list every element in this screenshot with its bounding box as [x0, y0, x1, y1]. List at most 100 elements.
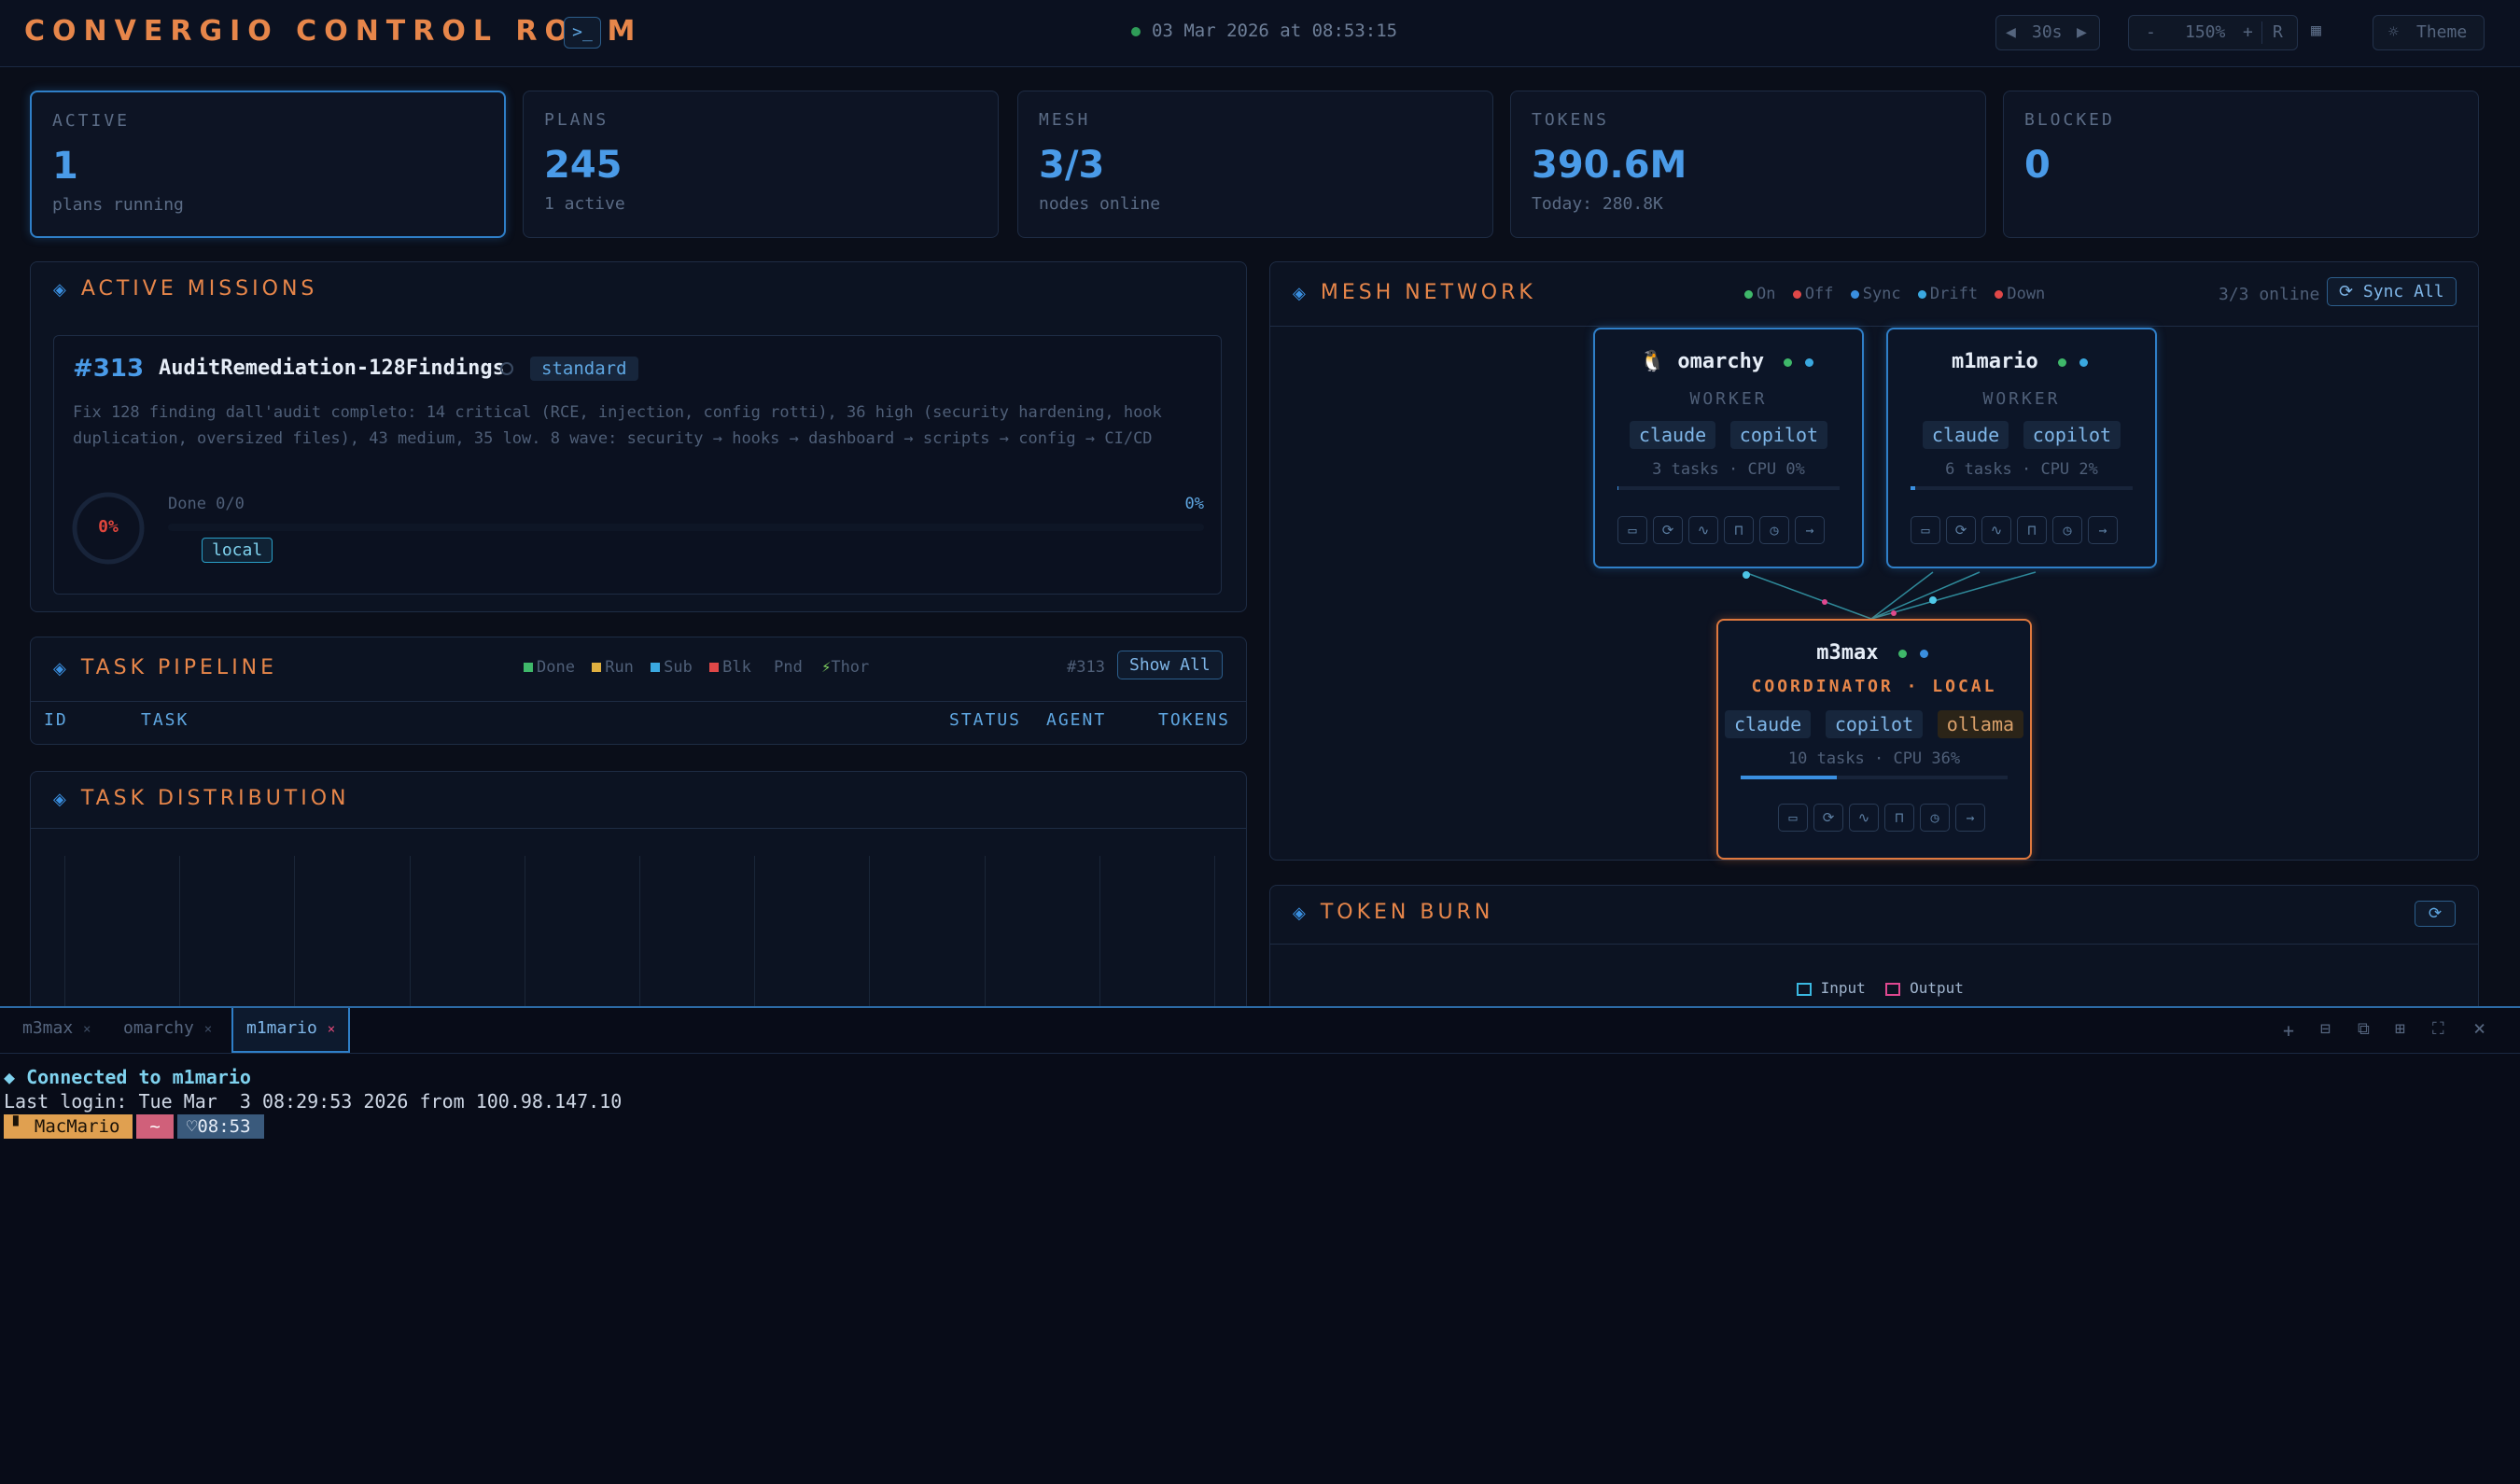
- done-count: Done 0/0: [168, 495, 245, 513]
- node-card-omarchy[interactable]: 🐧 omarchy WORKER claude copilot 3 tasks …: [1593, 328, 1864, 568]
- legend-swatch-sub: [651, 663, 661, 672]
- stat-card-tokens[interactable]: TOKENS 390.6M Today: 280.8K: [1510, 91, 1986, 238]
- node-stats: 10 tasks · CPU 36%: [1787, 749, 1961, 768]
- stat-sub: plans running: [52, 195, 184, 215]
- terminal-tab-omarchy[interactable]: omarchy ×: [123, 1008, 212, 1053]
- grid-icon[interactable]: ▦: [2311, 21, 2321, 40]
- node-header: m1mario: [1888, 350, 2155, 373]
- terminal-tab-m3max[interactable]: m3max ×: [22, 1008, 91, 1053]
- diamond-icon: ◈: [53, 280, 70, 300]
- grid-line: [869, 856, 871, 1007]
- refresh-next-button[interactable]: ▶: [2077, 16, 2087, 49]
- refresh-prev-button[interactable]: ◀: [2006, 16, 2016, 49]
- terminal-toggle-button[interactable]: >_: [564, 17, 601, 49]
- node-card-m3max[interactable]: m3max COORDINATOR · LOCAL claude copilot…: [1716, 619, 2032, 860]
- split-vertical-icon[interactable]: ⧉: [2358, 1019, 2370, 1039]
- stat-sub: nodes online: [1039, 194, 1161, 214]
- column-header-status[interactable]: STATUS: [949, 710, 1021, 730]
- legend-swatch-output: [1885, 982, 1901, 996]
- close-icon[interactable]: ×: [204, 1022, 212, 1037]
- column-header-agent[interactable]: AGENT: [1046, 710, 1106, 730]
- lock-icon[interactable]: ⊓: [2017, 516, 2047, 544]
- split-horizontal-icon[interactable]: ⊟: [2320, 1019, 2331, 1039]
- maximize-icon[interactable]: ⛶: [2432, 1019, 2444, 1039]
- zoom-reset-button[interactable]: R: [2273, 16, 2283, 49]
- tool-chip: copilot: [2023, 421, 2121, 449]
- terminal-icon[interactable]: ▭: [1778, 804, 1808, 832]
- terminal-tab-m1mario[interactable]: m1mario ×: [231, 1008, 351, 1053]
- token-burn-legend: Input Output: [1797, 979, 1964, 997]
- node-role: WORKER: [1689, 389, 1768, 409]
- grid-layout-icon[interactable]: ⊞: [2395, 1019, 2405, 1039]
- mission-progress-label: 0%: [98, 517, 119, 537]
- zoom-out-button[interactable]: -: [2146, 16, 2156, 49]
- refresh-value: 30s: [2032, 22, 2063, 42]
- arrow-right-icon[interactable]: →: [1955, 804, 1985, 832]
- lock-icon[interactable]: ⊓: [1884, 804, 1914, 832]
- activity-icon[interactable]: ∿: [1688, 516, 1718, 544]
- stat-card-plans[interactable]: PLANS 245 1 active: [523, 91, 999, 238]
- node-role: WORKER: [1982, 389, 2061, 409]
- stat-value: 0: [2024, 144, 2051, 187]
- node-online-dot: [2057, 357, 2066, 367]
- node-stats: 3 tasks · CPU 0%: [1652, 460, 1805, 479]
- refresh-icon[interactable]: ⟳: [1653, 516, 1683, 544]
- terminal-line-connected: ◆ Connected to m1mario: [4, 1066, 251, 1088]
- show-all-button[interactable]: Show All: [1117, 651, 1223, 679]
- pipeline-plan-ref: #313: [1067, 658, 1105, 677]
- legend-swatch-done: [524, 663, 533, 672]
- grid-line: [409, 856, 411, 1007]
- prompt-host-segment: ▘ MacMario: [4, 1114, 133, 1139]
- task-distribution-panel: ◈ TASK DISTRIBUTION: [30, 771, 1247, 1007]
- tool-chip: ollama: [1937, 710, 2024, 738]
- stat-label: PLANS: [544, 110, 609, 130]
- node-card-m1mario[interactable]: m1mario WORKER claude copilot 6 tasks · …: [1886, 328, 2157, 568]
- column-header-tokens[interactable]: TOKENS: [1158, 710, 1230, 730]
- activity-icon[interactable]: ∿: [1981, 516, 2011, 544]
- close-terminal-icon[interactable]: ×: [2473, 1017, 2485, 1041]
- stat-card-mesh[interactable]: MESH 3/3 nodes online: [1017, 91, 1493, 238]
- arrow-right-icon[interactable]: →: [1795, 516, 1825, 544]
- node-load-fill: [1741, 776, 1837, 779]
- column-header-task[interactable]: TASK: [141, 710, 189, 730]
- sun-icon: ☼: [2388, 22, 2399, 42]
- diamond-icon: ◈: [1293, 903, 1309, 923]
- arrow-right-icon[interactable]: →: [2088, 516, 2118, 544]
- stat-value: 1: [52, 145, 78, 188]
- close-icon[interactable]: ×: [83, 1022, 91, 1037]
- stat-label: TOKENS: [1532, 110, 1610, 130]
- progress-percent: 0%: [1184, 495, 1204, 513]
- node-load-bar: [1911, 486, 2133, 490]
- refresh-icon[interactable]: ⟳: [2415, 901, 2456, 927]
- close-icon[interactable]: ×: [328, 1022, 335, 1037]
- terminal-line-last-login: Last login: Tue Mar 3 08:29:53 2026 from…: [4, 1090, 623, 1113]
- refresh-icon[interactable]: ⟳: [1813, 804, 1843, 832]
- terminal-prompt[interactable]: ▘ MacMario ~ ♡08:53: [4, 1114, 264, 1139]
- mission-location-tag: local: [202, 538, 273, 563]
- new-tab-icon[interactable]: +: [2283, 1019, 2294, 1042]
- terminal-icon[interactable]: ▭: [1617, 516, 1647, 544]
- grid-line: [754, 856, 756, 1007]
- table-divider: [31, 701, 1246, 702]
- mission-id: #313: [73, 355, 145, 383]
- terminal-icon[interactable]: ▭: [1911, 516, 1940, 544]
- stat-sub: 1 active: [544, 194, 625, 214]
- mission-card[interactable]: #313 AuditRemediation-128Findings standa…: [53, 335, 1222, 595]
- activity-icon[interactable]: ∿: [1849, 804, 1879, 832]
- clock-icon[interactable]: ◷: [1920, 804, 1950, 832]
- stat-label: ACTIVE: [52, 111, 131, 131]
- stat-card-active[interactable]: ACTIVE 1 plans running: [30, 91, 506, 238]
- refresh-icon[interactable]: ⟳: [1946, 516, 1976, 544]
- clock-icon[interactable]: ◷: [2052, 516, 2082, 544]
- theme-button[interactable]: ☼ Theme: [2373, 15, 2485, 50]
- node-online-dot: [1897, 649, 1907, 658]
- stat-card-blocked[interactable]: BLOCKED 0: [2003, 91, 2479, 238]
- diamond-icon: ◈: [53, 659, 70, 679]
- clock-icon[interactable]: ◷: [1759, 516, 1789, 544]
- column-header-id[interactable]: ID: [44, 710, 68, 730]
- token-burn-panel: ◈ TOKEN BURN ⟳ Input Output: [1269, 885, 2479, 1006]
- node-name: m1mario: [1952, 350, 2038, 373]
- lock-icon[interactable]: ⊓: [1724, 516, 1754, 544]
- zoom-in-button[interactable]: +: [2243, 16, 2253, 49]
- thor-icon: ⚡: [821, 658, 832, 677]
